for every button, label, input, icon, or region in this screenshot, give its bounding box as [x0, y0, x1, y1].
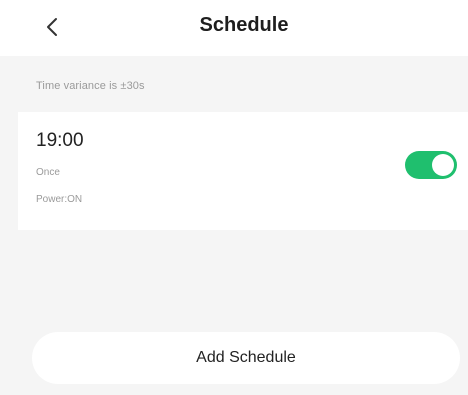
schedule-action: Power:ON [36, 194, 83, 205]
add-schedule-button[interactable]: Add Schedule [32, 332, 460, 384]
schedule-item[interactable]: 19:00 Once Power:ON [18, 112, 468, 230]
page-title: Schedule [199, 14, 289, 36]
toggle-knob [432, 154, 454, 176]
schedule-time: 19:00 [36, 130, 84, 151]
header-bar: Schedule [0, 0, 468, 56]
time-variance-hint: Time variance is ±30s [36, 80, 145, 92]
schedule-repeat: Once [36, 167, 60, 178]
schedule-enable-toggle[interactable] [405, 151, 457, 179]
